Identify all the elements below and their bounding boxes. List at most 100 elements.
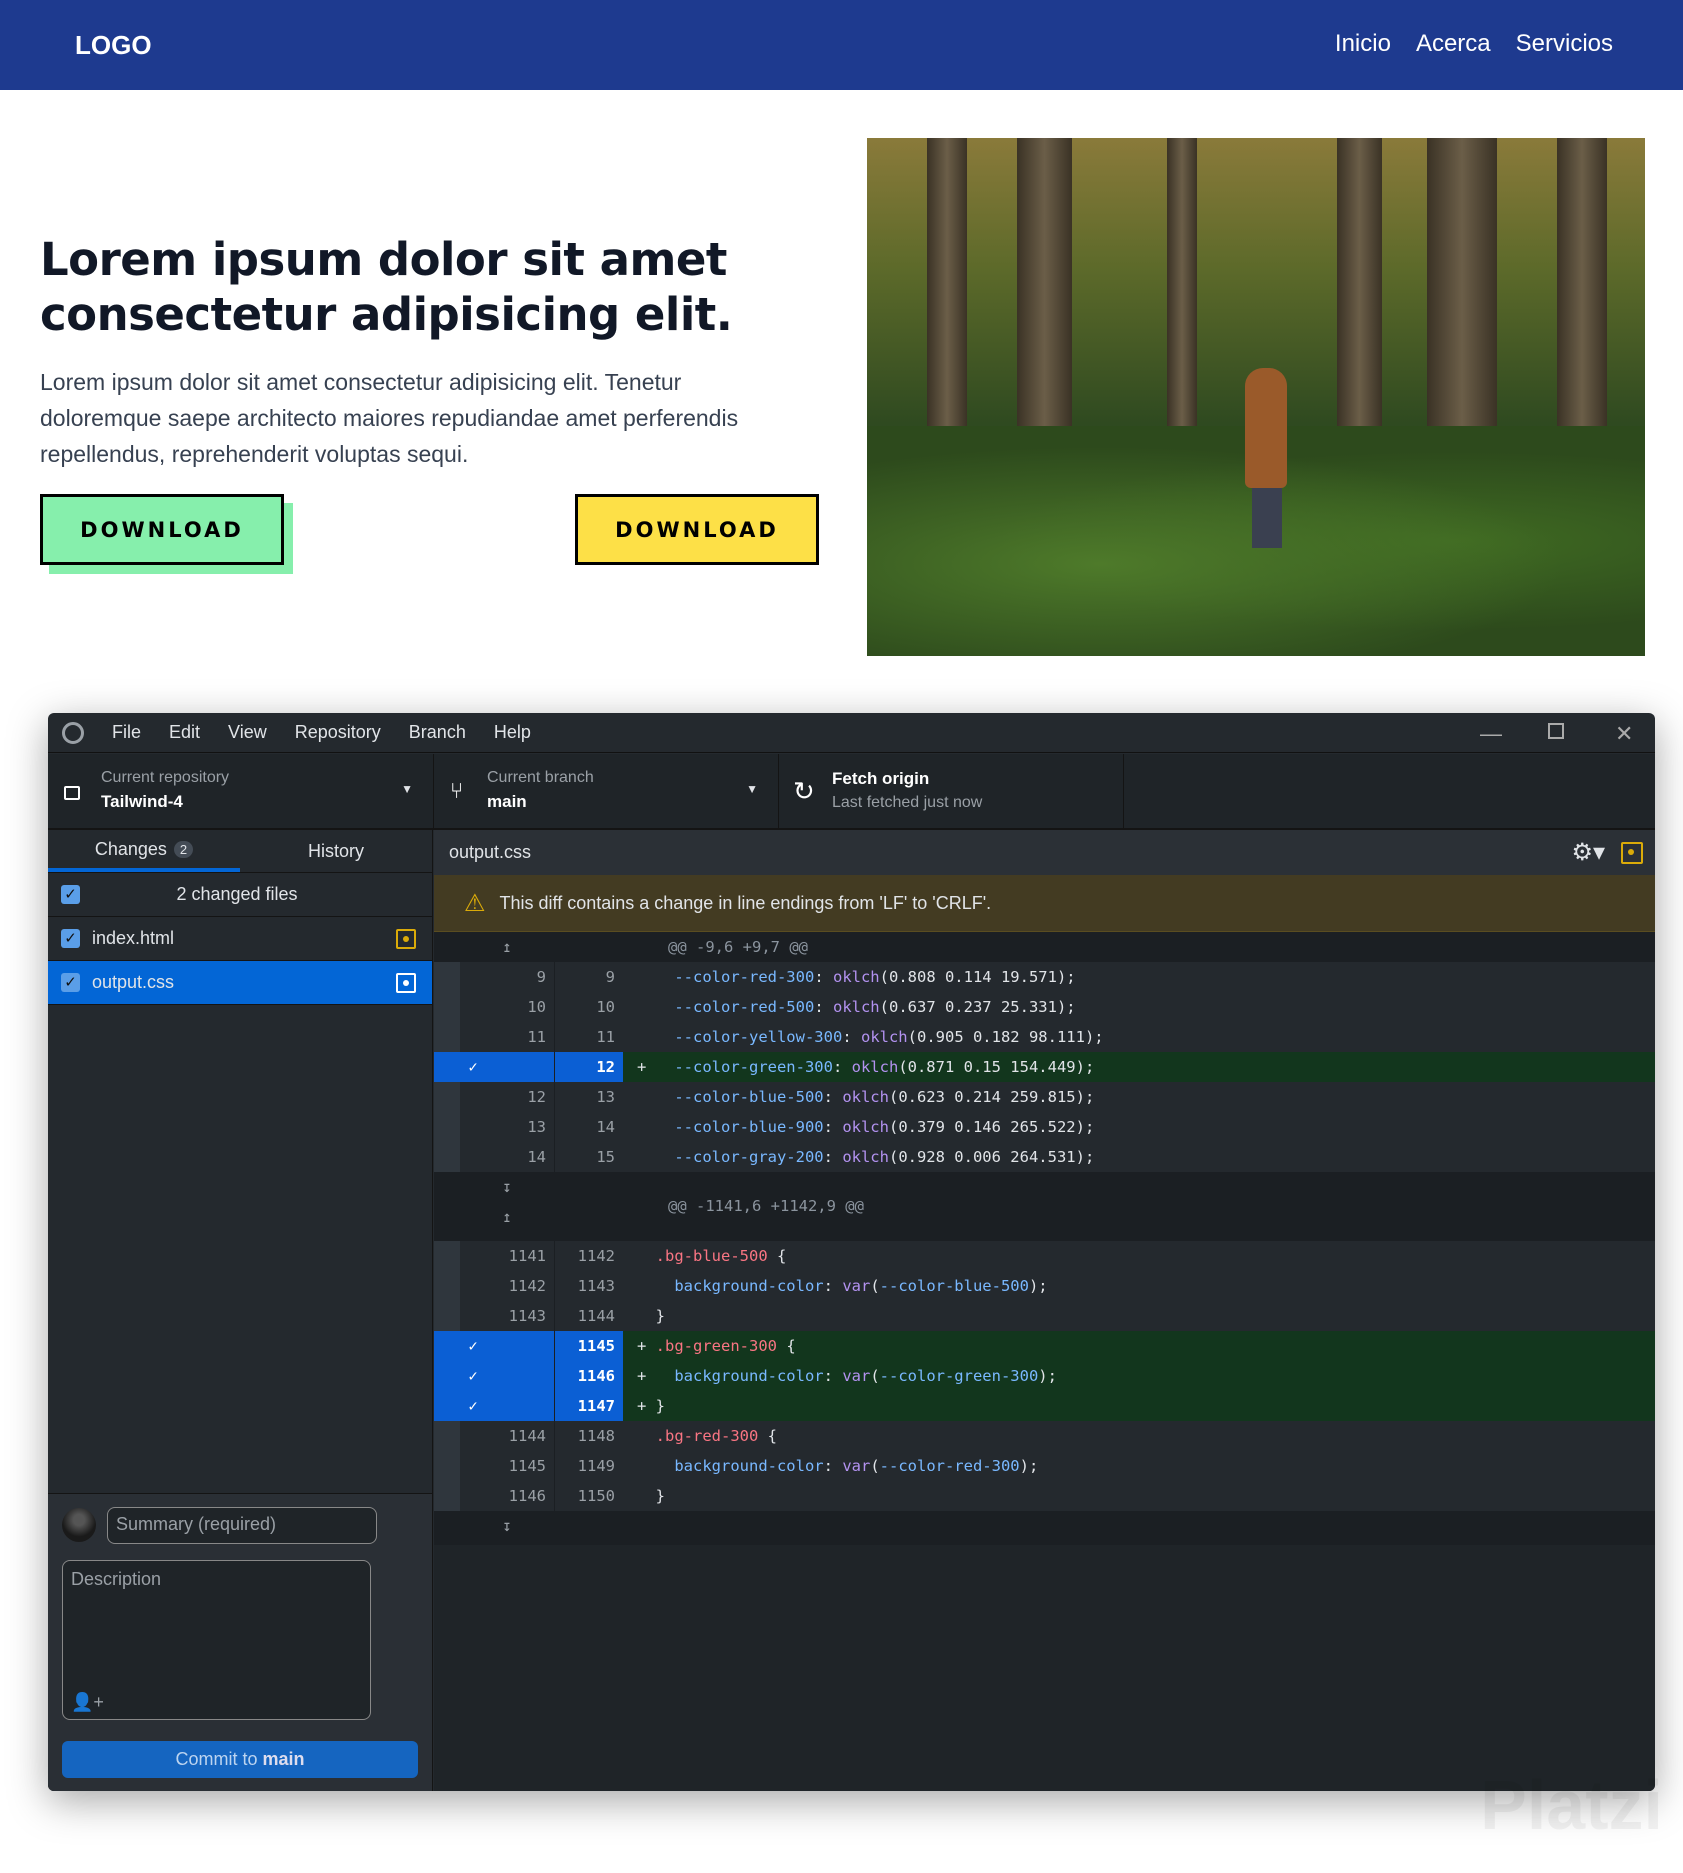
- modified-icon: [396, 972, 416, 993]
- code-token: background-color: [637, 1457, 824, 1475]
- gear-icon[interactable]: ⚙▾: [1571, 838, 1605, 867]
- logo[interactable]: LOGO: [75, 30, 152, 61]
- line-select-gutter[interactable]: [434, 962, 460, 992]
- tab-history[interactable]: History: [240, 830, 432, 872]
- line-select-gutter[interactable]: [434, 1391, 460, 1421]
- line-select-gutter[interactable]: [434, 1271, 460, 1301]
- menu-view[interactable]: View: [228, 722, 267, 743]
- expand-icon[interactable]: ↧ ↥: [460, 1172, 555, 1241]
- diff-line[interactable]: 1145 1149 background-color: var(--color-r…: [434, 1451, 1655, 1481]
- line-select-gutter[interactable]: [434, 1112, 460, 1142]
- description-input[interactable]: Description 👤+: [62, 1560, 371, 1720]
- nav-inicio[interactable]: Inicio: [1335, 30, 1391, 58]
- diff-line-added[interactable]: ✓ 1146 + background-color: var(--color-gre…: [434, 1361, 1655, 1391]
- diff-line[interactable]: 11 11 --color-yellow-300: oklch(0.905 0.1…: [434, 1022, 1655, 1052]
- diff-line[interactable]: 14 15 --color-gray-200: oklch(0.928 0.006…: [434, 1142, 1655, 1172]
- code-token: {: [777, 1337, 796, 1355]
- line-select-gutter[interactable]: [434, 1301, 460, 1331]
- menu-edit[interactable]: Edit: [169, 722, 200, 743]
- code-token: (0.928 0.006 264.531);: [888, 1148, 1095, 1166]
- diff-line-added[interactable]: ✓ 1145 + .bg-green-300 {: [434, 1331, 1655, 1361]
- file-checkbox[interactable]: ✓: [61, 973, 80, 992]
- diff-line-added[interactable]: ✓ 12 + --color-green-300: oklch(0.871 0.15…: [434, 1052, 1655, 1082]
- current-branch-button[interactable]: ⑂ Current branch main ▼: [434, 754, 779, 828]
- file-checkbox[interactable]: ✓: [61, 929, 80, 948]
- code-token: (: [870, 1367, 880, 1385]
- code-token: :: [823, 1088, 843, 1106]
- expand-down-icon[interactable]: ↧: [460, 1511, 555, 1545]
- fetch-origin-button[interactable]: ↻ Fetch origin Last fetched just now: [779, 754, 1124, 828]
- file-item-selected[interactable]: ✓ output.css: [48, 961, 432, 1005]
- download-button-yellow[interactable]: DOWNLOAD: [575, 494, 819, 565]
- code: background-color: var(--color-red-300);: [623, 1451, 1655, 1481]
- close-icon[interactable]: ✕: [1615, 721, 1633, 747]
- diff-line[interactable]: 1141 1142 .bg-blue-500 {: [434, 1241, 1655, 1271]
- code-token: (0.871 0.15 154.449);: [898, 1058, 1095, 1076]
- add-coauthor-icon[interactable]: 👤+: [71, 1692, 104, 1713]
- code-token: --color-blue-900: [637, 1118, 824, 1136]
- chevron-down-icon: ▼: [401, 782, 413, 796]
- summary-input[interactable]: Summary (required): [107, 1507, 377, 1544]
- diff-line[interactable]: 1142 1143 background-color: var(--color-b…: [434, 1271, 1655, 1301]
- changed-files-count: 2 changed files: [176, 884, 298, 904]
- line-select-gutter[interactable]: [434, 992, 460, 1022]
- line-select-gutter[interactable]: [434, 1241, 460, 1271]
- line-select-gutter[interactable]: [434, 1451, 460, 1481]
- line-select-gutter[interactable]: [434, 1142, 460, 1172]
- code-token: var: [842, 1367, 871, 1385]
- new-line-number: 1146: [555, 1361, 623, 1391]
- line-select-gutter[interactable]: [434, 1421, 460, 1451]
- line-select-gutter[interactable]: [434, 1361, 460, 1391]
- old-line-number: 11: [460, 1022, 555, 1052]
- menu-repository[interactable]: Repository: [295, 722, 381, 743]
- lock-icon: [64, 786, 80, 800]
- file-name: index.html: [92, 928, 175, 948]
- code: }: [623, 1301, 1655, 1331]
- code: + --color-green-300: oklch(0.871 0.15 15…: [623, 1052, 1655, 1082]
- download-button-green[interactable]: DOWNLOAD: [40, 494, 284, 565]
- menu-branch[interactable]: Branch: [409, 722, 466, 743]
- code: --color-blue-900: oklch(0.379 0.146 265.…: [623, 1112, 1655, 1142]
- select-all-checkbox[interactable]: ✓: [61, 885, 80, 904]
- new-line-number: 14: [555, 1112, 623, 1142]
- line-select-gutter[interactable]: [434, 1331, 460, 1361]
- menu-file[interactable]: File: [112, 722, 141, 743]
- diff-line[interactable]: 13 14 --color-blue-900: oklch(0.379 0.146…: [434, 1112, 1655, 1142]
- expand-up-icon[interactable]: ↥: [460, 932, 555, 962]
- diff-line[interactable]: 1146 1150 }: [434, 1481, 1655, 1511]
- new-line-number: 1150: [555, 1481, 623, 1511]
- hunk-header: ↥ @@ -9,6 +9,7 @@: [434, 932, 1655, 962]
- line-select-gutter[interactable]: [434, 1052, 460, 1082]
- site-header: LOGO Inicio Acerca Servicios: [0, 0, 1683, 90]
- diff-line-added[interactable]: ✓ 1147 + }: [434, 1391, 1655, 1421]
- changes-panel: Changes 2 History ✓ 2 changed files ✓ ind…: [48, 830, 433, 1791]
- code-token: .bg-blue-500: [637, 1247, 768, 1265]
- diff-file-name: output.css: [449, 842, 532, 862]
- new-line-number: 12: [555, 1052, 623, 1082]
- code: + background-color: var(--color-green-30…: [623, 1361, 1655, 1391]
- hunk-text: @@ -1141,6 +1142,9 @@: [668, 1197, 864, 1215]
- line-select-gutter[interactable]: [434, 1481, 460, 1511]
- diff-line[interactable]: 99 --color-red-300: oklch(0.808 0.114 19…: [434, 962, 1655, 992]
- commit-button[interactable]: Commit to main: [62, 1741, 418, 1778]
- line-select-gutter[interactable]: [434, 1022, 460, 1052]
- file-item[interactable]: ✓ index.html: [48, 917, 432, 961]
- diff-line[interactable]: 10 10 --color-red-500: oklch(0.637 0.237 …: [434, 992, 1655, 1022]
- menu-bar: File Edit View Repository Branch Help — …: [48, 713, 1655, 753]
- nav-servicios[interactable]: Servicios: [1516, 30, 1613, 58]
- line-select-gutter[interactable]: [434, 1082, 460, 1112]
- select-all-row: ✓ 2 changed files: [48, 873, 432, 917]
- diff-line[interactable]: 1143 1144 }: [434, 1301, 1655, 1331]
- diff-line[interactable]: 1144 1148 .bg-red-300 {: [434, 1421, 1655, 1451]
- code: --color-gray-200: oklch(0.928 0.006 264.…: [623, 1142, 1655, 1172]
- nav-acerca[interactable]: Acerca: [1416, 30, 1491, 58]
- maximize-icon[interactable]: [1548, 723, 1564, 739]
- old-line-number: 1144: [460, 1421, 555, 1451]
- minimize-icon[interactable]: —: [1480, 721, 1502, 747]
- tab-changes[interactable]: Changes 2: [48, 830, 240, 872]
- current-repository-button[interactable]: Current repository Tailwind-4 ▼: [48, 754, 434, 828]
- menu-help[interactable]: Help: [494, 722, 531, 743]
- diff-line[interactable]: 12 13 --color-blue-500: oklch(0.623 0.214…: [434, 1082, 1655, 1112]
- code-token: :: [842, 1028, 861, 1046]
- code-token: oklch: [842, 1118, 889, 1136]
